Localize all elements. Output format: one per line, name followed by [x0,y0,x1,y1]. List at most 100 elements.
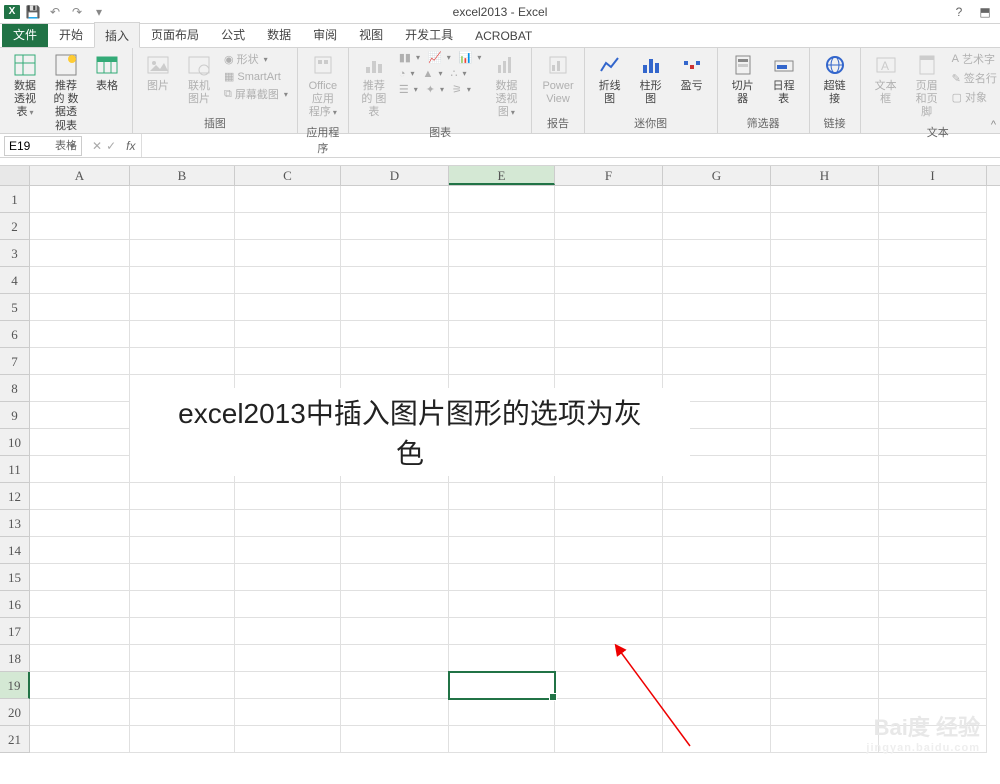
column-header-I[interactable]: I [879,166,987,185]
cell-I6[interactable] [879,321,987,348]
cell-H19[interactable] [771,672,879,699]
cell-I3[interactable] [879,240,987,267]
cell-A18[interactable] [30,645,130,672]
cell-G14[interactable] [663,537,771,564]
cell-I11[interactable] [879,456,987,483]
cell-H21[interactable] [771,726,879,753]
cell-C1[interactable] [235,186,341,213]
cell-H11[interactable] [771,456,879,483]
cell-D6[interactable] [341,321,449,348]
cell-F7[interactable] [555,348,663,375]
cell-B21[interactable] [130,726,235,753]
cell-D17[interactable] [341,618,449,645]
hyperlink-button[interactable]: 超链接 [816,50,854,108]
ribbon-display-icon[interactable]: ⬒ [976,3,994,21]
cell-A3[interactable] [30,240,130,267]
tab-review[interactable]: 审阅 [302,21,348,47]
cell-F14[interactable] [555,537,663,564]
cell-G4[interactable] [663,267,771,294]
cell-H20[interactable] [771,699,879,726]
tab-file[interactable]: 文件 [2,21,48,47]
cell-B6[interactable] [130,321,235,348]
cell-H16[interactable] [771,591,879,618]
cell-I16[interactable] [879,591,987,618]
cell-I1[interactable] [879,186,987,213]
tab-data[interactable]: 数据 [256,21,302,47]
cell-C17[interactable] [235,618,341,645]
cell-F6[interactable] [555,321,663,348]
cell-I5[interactable] [879,294,987,321]
cell-E4[interactable] [449,267,555,294]
cell-G21[interactable] [663,726,771,753]
cell-G3[interactable] [663,240,771,267]
column-header-A[interactable]: A [30,166,130,185]
cell-D16[interactable] [341,591,449,618]
cell-E15[interactable] [449,564,555,591]
cell-A12[interactable] [30,483,130,510]
cell-B5[interactable] [130,294,235,321]
cell-B17[interactable] [130,618,235,645]
cell-E21[interactable] [449,726,555,753]
tab-home[interactable]: 开始 [48,21,94,47]
row-header-8[interactable]: 8 [0,375,30,402]
cell-B19[interactable] [130,672,235,699]
cell-I14[interactable] [879,537,987,564]
cell-B16[interactable] [130,591,235,618]
cell-E14[interactable] [449,537,555,564]
column-header-G[interactable]: G [663,166,771,185]
cell-H6[interactable] [771,321,879,348]
row-header-16[interactable]: 16 [0,591,30,618]
tab-acrobat[interactable]: ACROBAT [464,24,543,47]
cell-H12[interactable] [771,483,879,510]
qat-customize-icon[interactable]: ▾ [90,3,108,21]
cell-G13[interactable] [663,510,771,537]
cell-A16[interactable] [30,591,130,618]
cell-C3[interactable] [235,240,341,267]
cell-E2[interactable] [449,213,555,240]
cell-E19[interactable] [449,672,555,699]
cell-I7[interactable] [879,348,987,375]
cell-G1[interactable] [663,186,771,213]
cell-I8[interactable] [879,375,987,402]
cell-G5[interactable] [663,294,771,321]
row-header-14[interactable]: 14 [0,537,30,564]
row-header-12[interactable]: 12 [0,483,30,510]
table-button[interactable]: 表格 [88,50,126,95]
cell-A9[interactable] [30,402,130,429]
row-header-2[interactable]: 2 [0,213,30,240]
cell-A7[interactable] [30,348,130,375]
cell-B3[interactable] [130,240,235,267]
cell-A1[interactable] [30,186,130,213]
cell-A4[interactable] [30,267,130,294]
cell-H13[interactable] [771,510,879,537]
cell-D12[interactable] [341,483,449,510]
cell-F17[interactable] [555,618,663,645]
row-header-5[interactable]: 5 [0,294,30,321]
cell-E1[interactable] [449,186,555,213]
cell-C7[interactable] [235,348,341,375]
save-icon[interactable]: 💾 [24,3,42,21]
cell-H2[interactable] [771,213,879,240]
cell-D18[interactable] [341,645,449,672]
cell-G15[interactable] [663,564,771,591]
row-header-3[interactable]: 3 [0,240,30,267]
cell-A8[interactable] [30,375,130,402]
cell-E6[interactable] [449,321,555,348]
help-icon[interactable]: ? [950,3,968,21]
cell-H17[interactable] [771,618,879,645]
tab-developer[interactable]: 开发工具 [394,21,464,47]
cell-C5[interactable] [235,294,341,321]
cell-H7[interactable] [771,348,879,375]
column-header-C[interactable]: C [235,166,341,185]
cell-E17[interactable] [449,618,555,645]
slicer-button[interactable]: 切片器 [724,50,762,108]
cell-G12[interactable] [663,483,771,510]
cell-A10[interactable] [30,429,130,456]
row-header-15[interactable]: 15 [0,564,30,591]
cell-F3[interactable] [555,240,663,267]
row-header-11[interactable]: 11 [0,456,30,483]
cell-C16[interactable] [235,591,341,618]
cell-E13[interactable] [449,510,555,537]
timeline-button[interactable]: 日程表 [765,50,803,108]
column-header-H[interactable]: H [771,166,879,185]
